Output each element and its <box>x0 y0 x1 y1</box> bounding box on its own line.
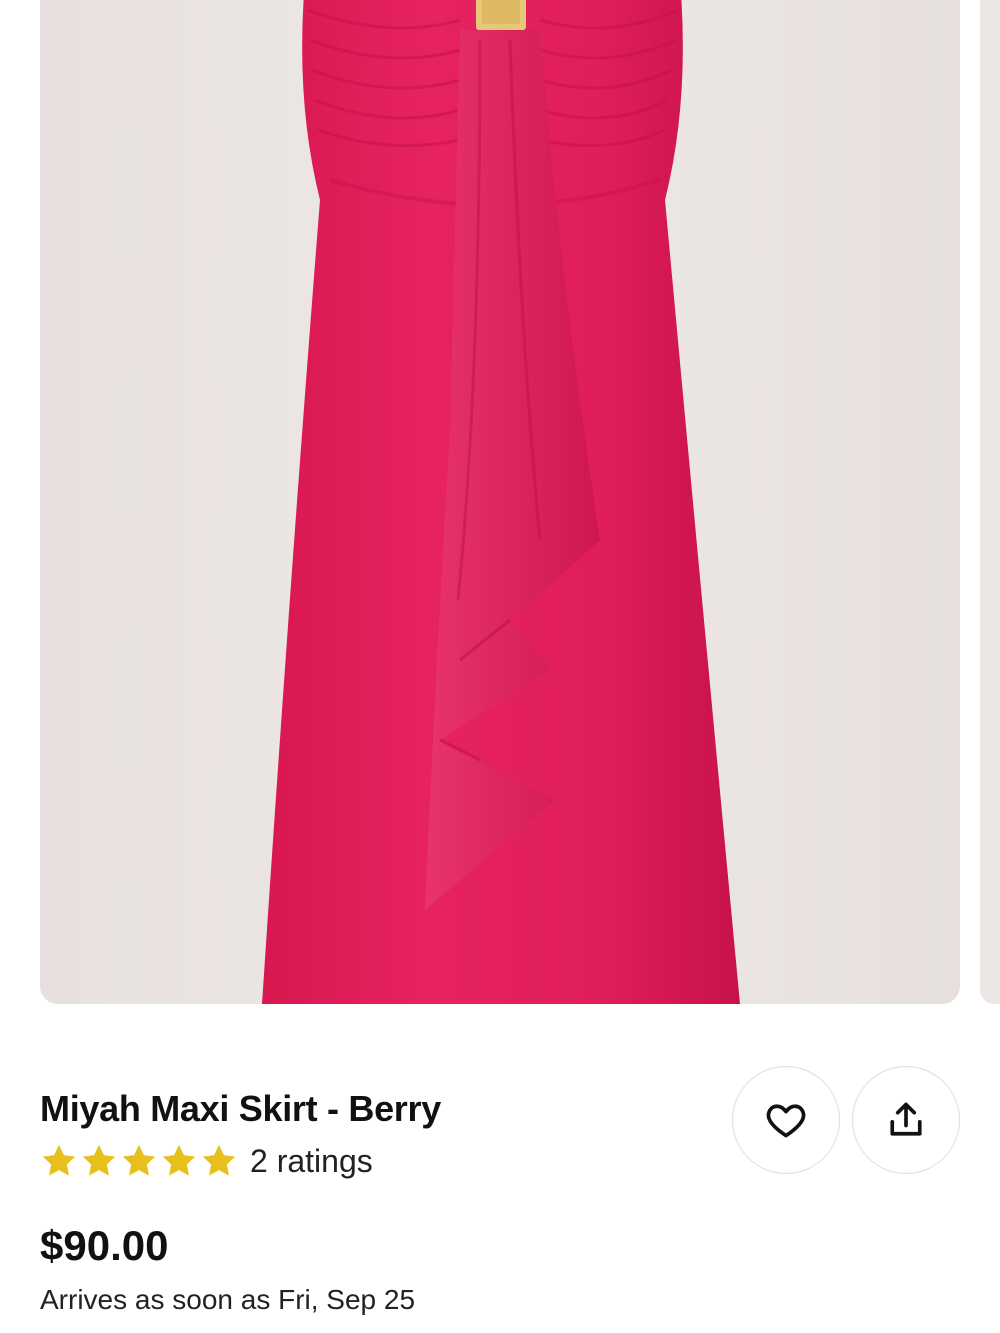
star-icon <box>200 1142 238 1180</box>
heart-icon <box>766 1104 806 1138</box>
star-icon <box>160 1142 198 1180</box>
next-image-peek[interactable] <box>980 0 1000 1004</box>
product-title: Miyah Maxi Skirt - Berry <box>40 1088 441 1129</box>
favorite-button[interactable] <box>732 1066 840 1174</box>
delivery-estimate: Arrives as soon as Fri, Sep 25 <box>40 1284 416 1315</box>
star-icon <box>80 1142 118 1180</box>
share-upload-icon <box>890 1102 922 1136</box>
price: $90.00 <box>40 1222 169 1269</box>
product-image-gallery[interactable] <box>0 0 1000 1006</box>
share-button[interactable] <box>852 1066 960 1174</box>
star-icon <box>40 1142 78 1180</box>
star-icon <box>120 1142 158 1180</box>
rating-summary[interactable]: 2 ratings <box>40 1142 373 1180</box>
ratings-count[interactable]: 2 ratings <box>250 1143 373 1180</box>
star-rating <box>40 1142 240 1180</box>
product-image[interactable] <box>40 0 960 1004</box>
skirt-photo <box>40 0 960 1004</box>
